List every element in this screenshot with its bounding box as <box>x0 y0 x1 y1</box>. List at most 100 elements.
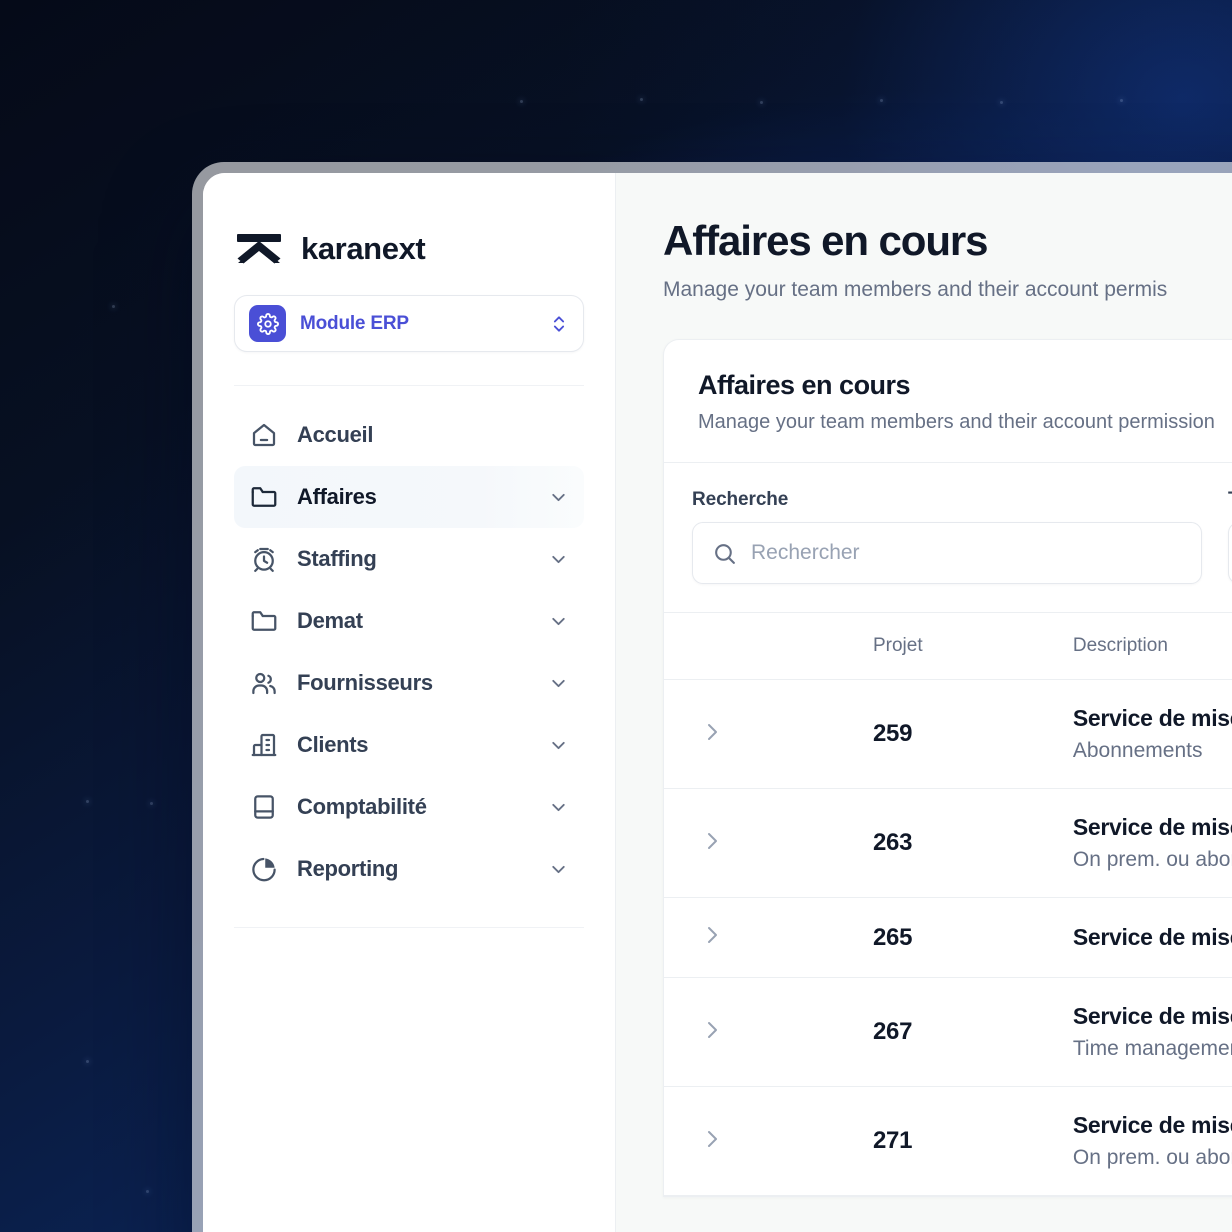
sidebar: karanext Module ERP Accueil Affaires Sta… <box>203 173 616 1232</box>
row-projet-value: 265 <box>872 923 913 951</box>
brand: karanext <box>234 173 584 273</box>
table-row[interactable]: 263 Service de mise en oeuvres, maintena… <box>664 789 1232 898</box>
card-subtitle: Manage your team members and their accou… <box>698 411 1215 433</box>
row-description-cell: Service de mise en oeuvres, maintenance … <box>1073 978 1232 1087</box>
home-icon <box>252 423 276 447</box>
row-description-cell: Service de mise en oeuvres et logiciels … <box>1073 680 1232 789</box>
row-projet-value: 259 <box>872 720 913 747</box>
row-projet-cell: 267 <box>873 978 1073 1087</box>
column-header-expand <box>664 612 873 680</box>
table-body: 259 Service de mise en oeuvres et logici… <box>664 680 1232 1196</box>
row-description-sub: On prem. ou abonnements <box>1072 848 1232 871</box>
card-header: Affaires en cours Manage your team membe… <box>664 340 1232 462</box>
row-description-sub: On prem. ou abonnements <box>1072 1146 1232 1169</box>
app-surface: karanext Module ERP Accueil Affaires Sta… <box>203 173 1232 1232</box>
sidebar-item-label: Accueil <box>297 422 374 447</box>
chevron-down-icon[interactable] <box>548 735 569 756</box>
row-projet-value: 267 <box>872 1018 913 1045</box>
sidebar-item-fournisseurs[interactable]: Fournisseurs <box>234 652 584 714</box>
sidebar-item-label: Comptabilité <box>297 794 427 819</box>
row-description-cell: Service de mise en oeuvres, maintenance <box>1073 898 1232 978</box>
chevron-down-icon[interactable] <box>548 797 569 818</box>
pie-chart-icon <box>252 857 276 882</box>
page-subtitle: Manage your team members and their accou… <box>663 278 1168 301</box>
alarm-clock-icon <box>254 547 274 572</box>
row-expand-cell[interactable] <box>664 680 873 789</box>
table-row[interactable]: 267 Service de mise en oeuvres, maintena… <box>664 978 1232 1087</box>
row-projet-cell: 263 <box>873 789 1073 898</box>
search-input[interactable] <box>751 541 1182 565</box>
sidebar-item-demat[interactable]: Demat <box>234 590 584 652</box>
search-icon <box>715 543 735 564</box>
sidebar-item-label: Reporting <box>297 856 399 881</box>
sidebar-divider-top <box>234 385 584 386</box>
chevron-right-icon[interactable] <box>700 829 724 853</box>
page-title: Affaires en cours <box>663 217 989 264</box>
row-expand-cell[interactable] <box>664 789 873 898</box>
table-row[interactable]: 265 Service de mise en oeuvres, maintena… <box>664 898 1232 978</box>
row-description-cell: Service de mise en oeuvres, maintenance … <box>1073 1087 1232 1196</box>
chevron-down-icon[interactable] <box>548 611 569 632</box>
folder-icon <box>251 611 277 631</box>
sidebar-item-label: Clients <box>297 732 369 757</box>
sidebar-item-clients[interactable]: Clients <box>234 714 584 776</box>
row-projet-cell: 271 <box>873 1087 1073 1196</box>
module-selector-label: Module ERP <box>300 312 409 334</box>
search-box[interactable] <box>692 522 1202 584</box>
sidebar-item-label: Staffing <box>297 546 377 571</box>
sidebar-item-comptabilite[interactable]: Comptabilité <box>234 776 584 838</box>
sidebar-item-reporting[interactable]: Reporting <box>234 838 584 900</box>
folder-icon <box>251 487 277 507</box>
row-description-title: Service de mise en oeuvres et logiciels <box>1072 705 1232 731</box>
karanext-chevron-logo-icon <box>237 234 281 264</box>
row-description-title: Service de mise en oeuvres, maintenance <box>1072 814 1232 840</box>
book-icon <box>254 795 274 819</box>
main-content: Affaires en cours Manage your team membe… <box>616 173 1232 1232</box>
row-projet-cell: 265 <box>873 898 1073 978</box>
type-field-group: Ty <box>1228 489 1232 584</box>
table-row[interactable]: 259 Service de mise en oeuvres et logici… <box>664 680 1232 789</box>
sidebar-item-affaires[interactable]: Affaires <box>234 466 584 528</box>
chevron-right-icon[interactable] <box>700 1127 724 1151</box>
search-label: Recherche <box>692 489 789 510</box>
column-header-projet: Projet <box>872 612 1073 680</box>
row-description-sub: Time management and productivity <box>1072 1037 1232 1060</box>
row-projet-value: 263 <box>872 829 913 856</box>
row-expand-cell[interactable] <box>664 978 873 1087</box>
app-window: karanext Module ERP Accueil Affaires Sta… <box>192 162 1232 1232</box>
row-expand-cell[interactable] <box>664 1087 873 1196</box>
row-description-title: Service de mise en oeuvres, maintenance <box>1072 1003 1232 1029</box>
table-header-row: Projet Description <box>664 612 1232 680</box>
affaires-card: Affaires en cours Manage your team membe… <box>663 339 1232 1197</box>
row-description-title: Service de mise en oeuvres, maintenance <box>1072 924 1232 950</box>
row-projet-cell: 259 <box>873 680 1073 789</box>
row-description-sub: Abonnements <box>1072 739 1203 762</box>
chevrons-up-down-icon <box>553 315 565 332</box>
sidebar-item-accueil[interactable]: Accueil <box>234 404 584 466</box>
sidebar-divider-bottom <box>234 927 584 928</box>
chevron-right-icon[interactable] <box>700 923 724 947</box>
row-description-cell: Service de mise en oeuvres, maintenance … <box>1073 789 1232 898</box>
sidebar-item-label: Affaires <box>297 484 377 509</box>
chevron-down-icon[interactable] <box>548 549 569 570</box>
affaires-table: Projet Description 259 Service de mis Ab… <box>664 612 1232 1196</box>
brand-name: karanext <box>301 231 426 266</box>
search-field-group: Recherche <box>692 489 1202 584</box>
building-icon <box>251 733 277 757</box>
table-head: Projet Description <box>664 612 1232 680</box>
type-label: Ty <box>1228 489 1232 511</box>
sidebar-item-label: Fournisseurs <box>297 670 433 695</box>
gear-icon <box>249 305 286 342</box>
type-select[interactable] <box>1228 522 1232 584</box>
module-selector[interactable]: Module ERP <box>234 295 584 352</box>
chevron-down-icon[interactable] <box>548 487 569 508</box>
sidebar-item-staffing[interactable]: Staffing <box>234 528 584 590</box>
row-expand-cell[interactable] <box>664 898 873 978</box>
chevron-right-icon[interactable] <box>700 1018 724 1042</box>
chevron-down-icon[interactable] <box>548 859 569 880</box>
chevron-down-icon[interactable] <box>548 673 569 694</box>
row-description-title: Service de mise en oeuvres, maintenance <box>1072 1112 1232 1138</box>
page-background: karanext Module ERP Accueil Affaires Sta… <box>0 0 1232 1232</box>
table-row[interactable]: 271 Service de mise en oeuvres, maintena… <box>664 1087 1232 1196</box>
chevron-right-icon[interactable] <box>700 720 724 744</box>
